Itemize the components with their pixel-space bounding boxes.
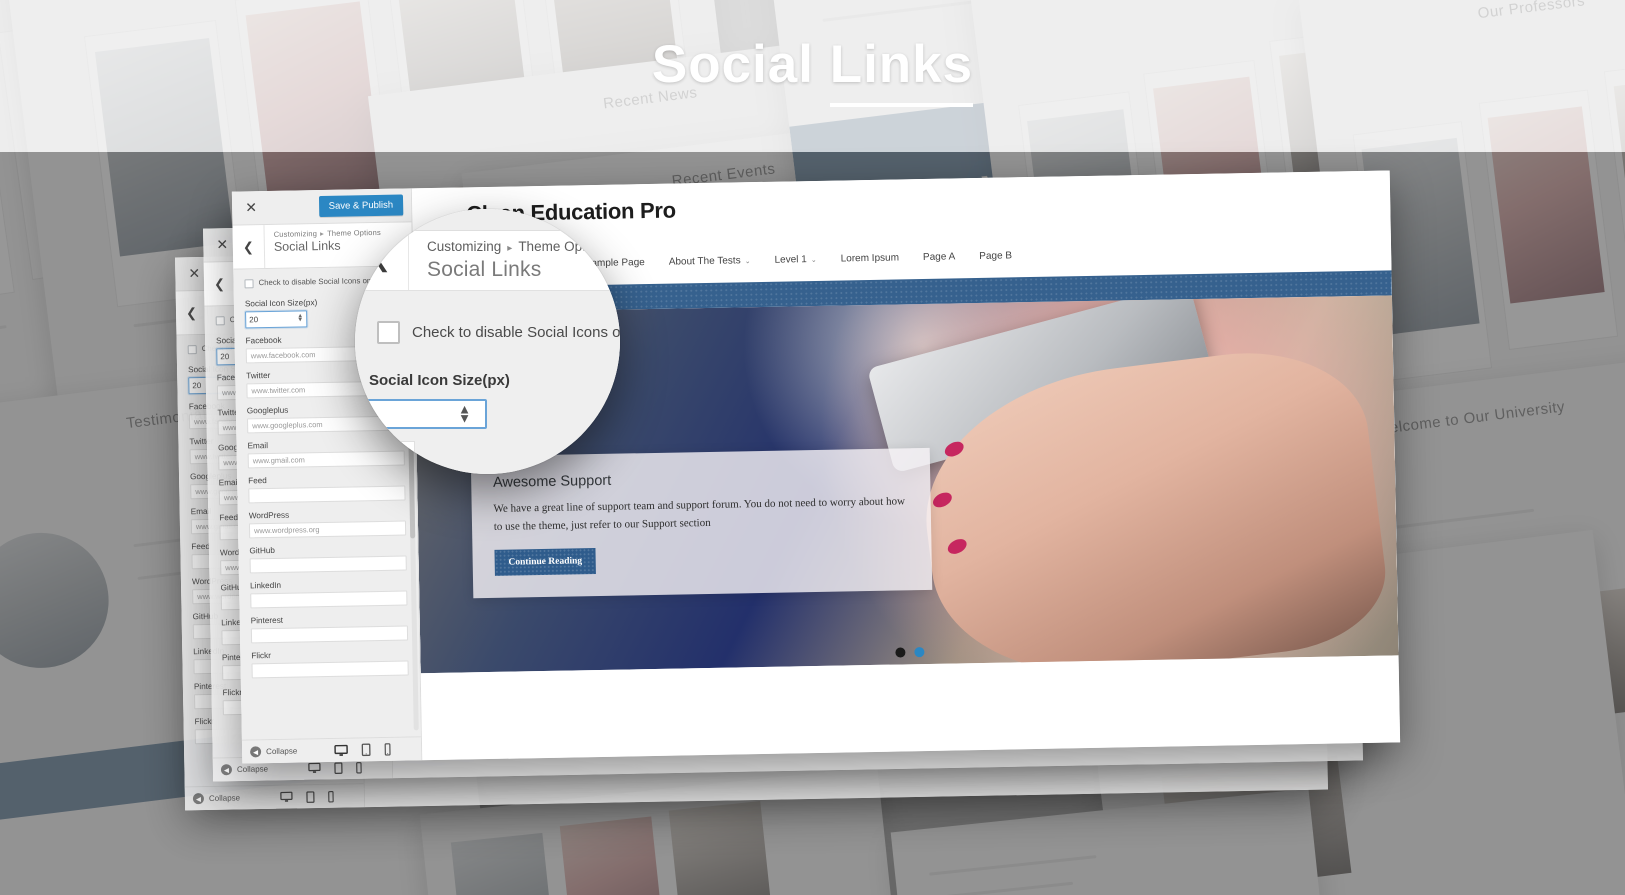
field-label: Flickr <box>251 651 272 661</box>
nav-item-level-1[interactable]: Level 1 ⌄ <box>774 254 816 266</box>
field-label: WordPress <box>248 510 290 521</box>
desktop-icon[interactable] <box>280 791 293 803</box>
social-field-linkedin: LinkedIn <box>250 579 408 609</box>
field-label: GitHub <box>249 545 276 556</box>
tablet-icon[interactable] <box>361 743 371 757</box>
customizer-footer: ◀ Collapse <box>241 736 422 764</box>
magnifier-loupe: ❮ Customizing ▸ Theme Options Social Links… <box>355 209 620 474</box>
field-label: Feed <box>248 476 267 486</box>
slide-text: We have a great line of support team and… <box>493 495 906 534</box>
field-input[interactable] <box>248 485 406 504</box>
device-preview-switcher <box>334 742 413 757</box>
breadcrumb-separator-icon: ▸ <box>507 243 513 254</box>
icon-size-input[interactable]: 20 ▲ ▼ <box>245 310 308 329</box>
spinner-down-icon[interactable]: ▼ <box>297 317 303 323</box>
slider-dot-1[interactable] <box>894 647 906 658</box>
page-title-underlined: Links <box>829 35 974 107</box>
collapse-arrow-icon: ◀ <box>192 793 205 805</box>
disable-social-icons-checkbox[interactable] <box>244 279 254 289</box>
breadcrumb-section[interactable]: Theme Options <box>518 239 610 254</box>
social-field-pinterest: Pinterest <box>250 614 409 644</box>
nav-item-about-the-tests[interactable]: About The Tests ⌄ <box>669 255 751 267</box>
desktop-icon[interactable] <box>334 744 348 757</box>
disable-social-icons-checkbox[interactable] <box>377 321 400 344</box>
collapse-arrow-icon: ◀ <box>250 746 262 758</box>
fingernail-detail <box>930 489 954 510</box>
field-input[interactable]: www.wordpress.org <box>248 520 407 539</box>
nav-item-page-a[interactable]: Page A <box>923 251 955 263</box>
field-input[interactable] <box>249 555 407 574</box>
breadcrumb-root[interactable]: Customizing <box>427 239 501 254</box>
desktop-icon[interactable] <box>308 762 321 774</box>
icon-size-value: 20 <box>220 352 230 362</box>
back-chevron-icon[interactable]: ❮ <box>232 225 266 269</box>
collapse-arrow-icon: ◀ <box>220 764 233 776</box>
field-label: Pinterest <box>250 615 284 626</box>
disable-social-icons-checkbox[interactable] <box>215 316 225 326</box>
breadcrumb-separator-icon: ▸ <box>320 228 325 239</box>
field-input[interactable] <box>250 625 409 644</box>
disable-social-icons-label: Check to disable Social Icons on Footer <box>412 324 620 341</box>
field-value: www.wordpress.org <box>253 525 320 536</box>
tablet-icon[interactable] <box>334 761 343 774</box>
magnified-partial-field <box>355 441 415 465</box>
back-chevron-icon[interactable]: ❮ <box>203 261 237 306</box>
page-title-part1: Social <box>651 35 830 94</box>
magnified-breadcrumb: Customizing ▸ Theme Options <box>427 239 611 254</box>
collapse-label: Collapse <box>208 793 241 803</box>
mobile-icon[interactable] <box>356 761 362 774</box>
close-icon[interactable]: ✕ <box>211 234 233 256</box>
spinner-icon[interactable]: ▲ ▼ <box>297 313 303 324</box>
collapse-label: Collapse <box>266 746 298 757</box>
field-value: www.twitter.com <box>251 385 306 396</box>
nav-item-page-b[interactable]: Page B <box>979 250 1012 262</box>
field-input[interactable] <box>250 590 408 609</box>
magnified-panel-body: Check to disable Social Icons on Footer … <box>355 291 620 474</box>
fingernail-detail <box>944 536 969 557</box>
social-field-github: GitHub <box>249 544 407 574</box>
close-icon[interactable]: ✕ <box>240 197 262 219</box>
magnified-checkbox-row[interactable]: Check to disable Social Icons on Footer <box>377 321 620 344</box>
collapse-button[interactable]: ◀ Collapse <box>250 746 297 758</box>
close-icon[interactable]: ✕ <box>183 262 205 284</box>
magnified-icon-size-label: Social Icon Size(px) <box>369 372 510 389</box>
spinner-icon[interactable]: ▲ ▼ <box>458 402 471 426</box>
collapse-label: Collapse <box>236 764 269 775</box>
collapse-button[interactable]: ◀ Collapse <box>192 792 241 805</box>
field-input[interactable] <box>251 660 409 679</box>
disable-social-icons-checkbox[interactable] <box>187 345 197 355</box>
mobile-icon[interactable] <box>328 790 334 802</box>
mobile-icon[interactable] <box>384 743 391 756</box>
icon-size-value: 20 <box>249 315 259 325</box>
spinner-down-icon[interactable]: ▼ <box>458 412 471 426</box>
continue-reading-button[interactable]: Continue Reading <box>494 548 597 577</box>
social-field-feed: Feed <box>248 474 406 504</box>
nav-item-lorem-ipsum[interactable]: Lorem Ipsum <box>841 252 900 264</box>
field-value: www.facebook.com <box>250 350 316 361</box>
magnified-panel-header: ❮ Customizing ▸ Theme Options Social Links <box>355 209 620 291</box>
page-title: Social Links <box>0 34 1625 107</box>
chevron-down-icon: ⌄ <box>744 258 751 266</box>
chevron-down-icon: ⌄ <box>810 256 817 265</box>
magnified-panel-title: Social Links <box>427 258 542 281</box>
social-field-flickr: Flickr <box>251 649 409 679</box>
magnified-topbar <box>355 209 620 231</box>
field-value: www.googleplus.com <box>252 420 323 431</box>
field-label: LinkedIn <box>250 580 282 591</box>
collapse-button[interactable]: ◀ Collapse <box>220 763 269 776</box>
social-field-wordpress: WordPress www.wordpress.org <box>248 509 407 539</box>
breadcrumb-root[interactable]: Customizing <box>274 229 318 239</box>
field-value: www.gmail.com <box>252 455 305 466</box>
magnified-icon-size-input[interactable]: ▲ ▼ <box>355 399 487 429</box>
icon-size-value: 20 <box>192 381 202 391</box>
tablet-icon[interactable] <box>306 790 315 803</box>
slider-dot-2-active[interactable] <box>913 647 925 658</box>
